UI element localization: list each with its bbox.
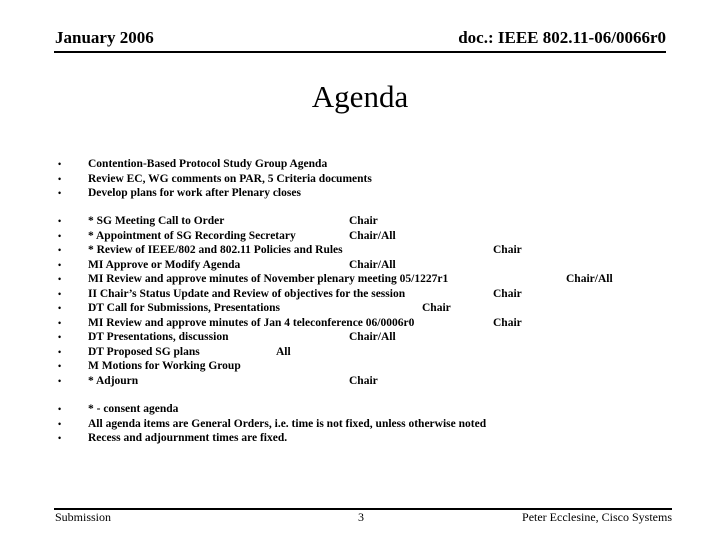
bullet-icon: • — [58, 361, 62, 371]
header-date: January 2006 — [55, 28, 154, 47]
header-rule — [54, 51, 666, 53]
agenda-item-role: Chair — [493, 244, 522, 256]
bullet-icon: • — [58, 230, 62, 241]
bullet-icon: • — [58, 159, 62, 169]
agenda-item-text: MI Approve or Modify Agenda — [88, 258, 241, 271]
note-text: * - consent agenda — [88, 403, 179, 415]
agenda-item-text: MI Review and approve minutes of Novembe… — [88, 273, 449, 285]
agenda-item-text: * Review of IEEE/802 and 802.11 Policies… — [88, 244, 343, 256]
bullet-icon: • — [58, 404, 62, 414]
agenda-item-role: Chair — [349, 374, 378, 387]
agenda-item-role: Chair/All — [349, 229, 396, 242]
agenda-item-text: DT Proposed SG plans — [88, 345, 200, 358]
agenda-item-text: DT Call for Submissions, Presentations — [88, 302, 281, 314]
item-text: Develop plans for work after Plenary clo… — [88, 187, 301, 199]
bullet-icon: • — [58, 216, 62, 226]
note-text: Recess and adjournment times are fixed. — [88, 432, 288, 444]
bullet-icon: • — [58, 418, 62, 429]
agenda-item-role: Chair — [422, 302, 451, 314]
slide-title: Agenda — [311, 79, 409, 114]
agenda-item-role: Chair — [493, 316, 522, 329]
bullet-icon: • — [58, 433, 62, 443]
bullet-icon: • — [58, 173, 62, 184]
footer-author: Peter Ecclesine, Cisco Systems — [522, 510, 672, 524]
bullet-icon: • — [58, 332, 62, 342]
bullet-icon: • — [58, 188, 62, 198]
agenda-item-text: * Adjourn — [88, 374, 139, 387]
agenda-item-text: M Motions for Working Group — [88, 360, 241, 372]
bullet-icon: • — [58, 317, 62, 328]
agenda-item-text: II Chair’s Status Update and Review of o… — [88, 287, 406, 300]
note-text: All agenda items are General Orders, i.e… — [88, 417, 487, 430]
agenda-item-role: Chair/All — [566, 273, 613, 285]
agenda-item-text: MI Review and approve minutes of Jan 4 t… — [88, 316, 415, 329]
bullet-icon: • — [58, 245, 62, 255]
bullet-icon: • — [58, 303, 62, 313]
agenda-item-text: * Appointment of SG Recording Secretary — [88, 229, 296, 242]
page-number: 3 — [358, 510, 364, 524]
bullet-icon: • — [58, 288, 62, 299]
bullet-icon: • — [58, 346, 62, 357]
bullet-icon: • — [58, 375, 62, 386]
item-text: Review EC, WG comments on PAR, 5 Criteri… — [88, 172, 372, 185]
agenda-item-text: * SG Meeting Call to Order — [88, 215, 225, 227]
agenda-item-role: Chair — [349, 215, 378, 227]
agenda-item-role: Chair/All — [349, 331, 396, 343]
agenda-item-role: Chair — [493, 287, 522, 300]
agenda-item-role: Chair/All — [349, 258, 396, 271]
item-text: Contention-Based Protocol Study Group Ag… — [88, 158, 328, 170]
header-doc-id: doc.: IEEE 802.11-06/0066r0 — [458, 28, 666, 47]
bullet-icon: • — [58, 259, 62, 270]
bullet-icon: • — [58, 274, 62, 284]
agenda-item-text: DT Presentations, discussion — [88, 331, 229, 343]
agenda-item-role: All — [276, 345, 291, 358]
footer-submission: Submission — [55, 510, 112, 524]
